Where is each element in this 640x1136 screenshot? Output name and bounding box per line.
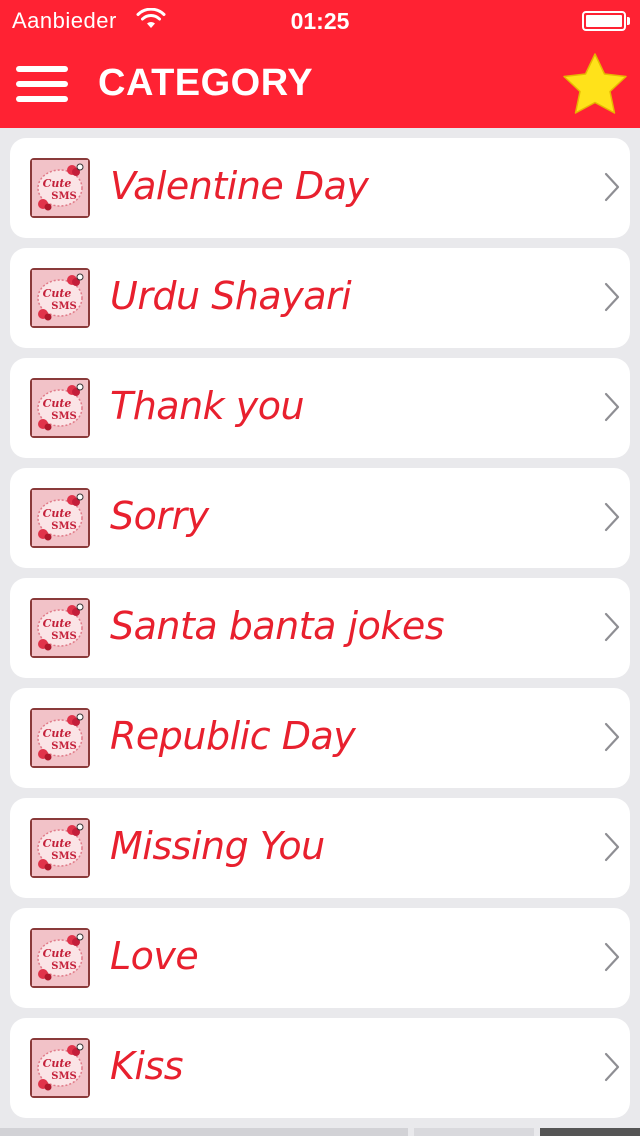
svg-text:SMS: SMS — [51, 631, 77, 642]
category-label: Thank you — [110, 384, 305, 428]
category-row[interactable]: Cute SMS Republic Day — [10, 688, 630, 788]
category-row[interactable]: Cute SMS Missing You — [10, 798, 630, 898]
svg-text:SMS: SMS — [51, 851, 77, 862]
status-bar: Aanbieder 01:25 — [0, 0, 640, 40]
bottom-strip — [0, 1128, 408, 1136]
svg-text:SMS: SMS — [51, 521, 77, 532]
svg-text:Cute: Cute — [43, 287, 72, 300]
svg-text:SMS: SMS — [51, 741, 77, 752]
category-row[interactable]: Cute SMS Sorry — [10, 468, 630, 568]
svg-text:Cute: Cute — [43, 397, 72, 410]
chevron-right-icon — [604, 832, 620, 862]
cute-sms-icon: Cute SMS — [30, 158, 90, 218]
app-header: Aanbieder 01:25 CATEGORY — [0, 0, 640, 128]
bottom-strip — [414, 1128, 534, 1136]
category-label: Santa banta jokes — [110, 604, 445, 648]
category-row[interactable]: Cute SMS Kiss — [10, 1018, 630, 1118]
category-row[interactable]: Cute SMS Urdu Shayari — [10, 248, 630, 348]
cute-sms-icon: Cute SMS — [30, 928, 90, 988]
category-label: Urdu Shayari — [110, 274, 352, 318]
page-title: CATEGORY — [98, 62, 314, 104]
category-row[interactable]: Cute SMS Thank you — [10, 358, 630, 458]
category-label: Sorry — [110, 494, 209, 538]
category-row[interactable]: Cute SMS Love — [10, 908, 630, 1008]
svg-text:SMS: SMS — [51, 411, 77, 422]
menu-line — [16, 96, 68, 102]
cute-sms-icon: Cute SMS — [30, 818, 90, 878]
cute-sms-icon: Cute SMS — [30, 268, 90, 328]
chevron-right-icon — [604, 1052, 620, 1082]
chevron-right-icon — [604, 502, 620, 532]
svg-text:SMS: SMS — [51, 191, 77, 202]
svg-text:SMS: SMS — [51, 301, 77, 312]
category-row[interactable]: Cute SMS Santa banta jokes — [10, 578, 630, 678]
svg-text:Cute: Cute — [43, 507, 72, 520]
chevron-right-icon — [604, 172, 620, 202]
chevron-right-icon — [604, 942, 620, 972]
svg-text:SMS: SMS — [51, 1071, 77, 1082]
svg-text:Cute: Cute — [43, 177, 72, 190]
hamburger-menu-icon[interactable] — [16, 64, 68, 104]
cute-sms-icon: Cute SMS — [30, 378, 90, 438]
category-row[interactable]: Cute SMS Valentine Day — [10, 138, 630, 238]
bottom-strip — [540, 1128, 640, 1136]
category-label: Love — [110, 934, 199, 978]
chevron-right-icon — [604, 282, 620, 312]
menu-line — [16, 81, 68, 87]
star-icon[interactable] — [562, 52, 628, 116]
chevron-right-icon — [604, 722, 620, 752]
svg-text:Cute: Cute — [43, 727, 72, 740]
chevron-right-icon — [604, 392, 620, 422]
svg-text:Cute: Cute — [43, 1057, 72, 1070]
battery-icon — [582, 11, 630, 31]
svg-text:Cute: Cute — [43, 837, 72, 850]
svg-text:Cute: Cute — [43, 617, 72, 630]
status-time: 01:25 — [290, 8, 350, 34]
svg-text:Cute: Cute — [43, 947, 72, 960]
category-label: Republic Day — [110, 714, 356, 758]
cute-sms-icon: Cute SMS — [30, 1038, 90, 1098]
svg-text:SMS: SMS — [51, 961, 77, 972]
chevron-right-icon — [604, 612, 620, 642]
cute-sms-icon: Cute SMS — [30, 708, 90, 768]
cute-sms-icon: Cute SMS — [30, 598, 90, 658]
category-label: Valentine Day — [110, 164, 369, 208]
menu-line — [16, 66, 68, 72]
category-label: Kiss — [110, 1044, 184, 1088]
category-label: Missing You — [110, 824, 325, 868]
cute-sms-icon: Cute SMS — [30, 488, 90, 548]
